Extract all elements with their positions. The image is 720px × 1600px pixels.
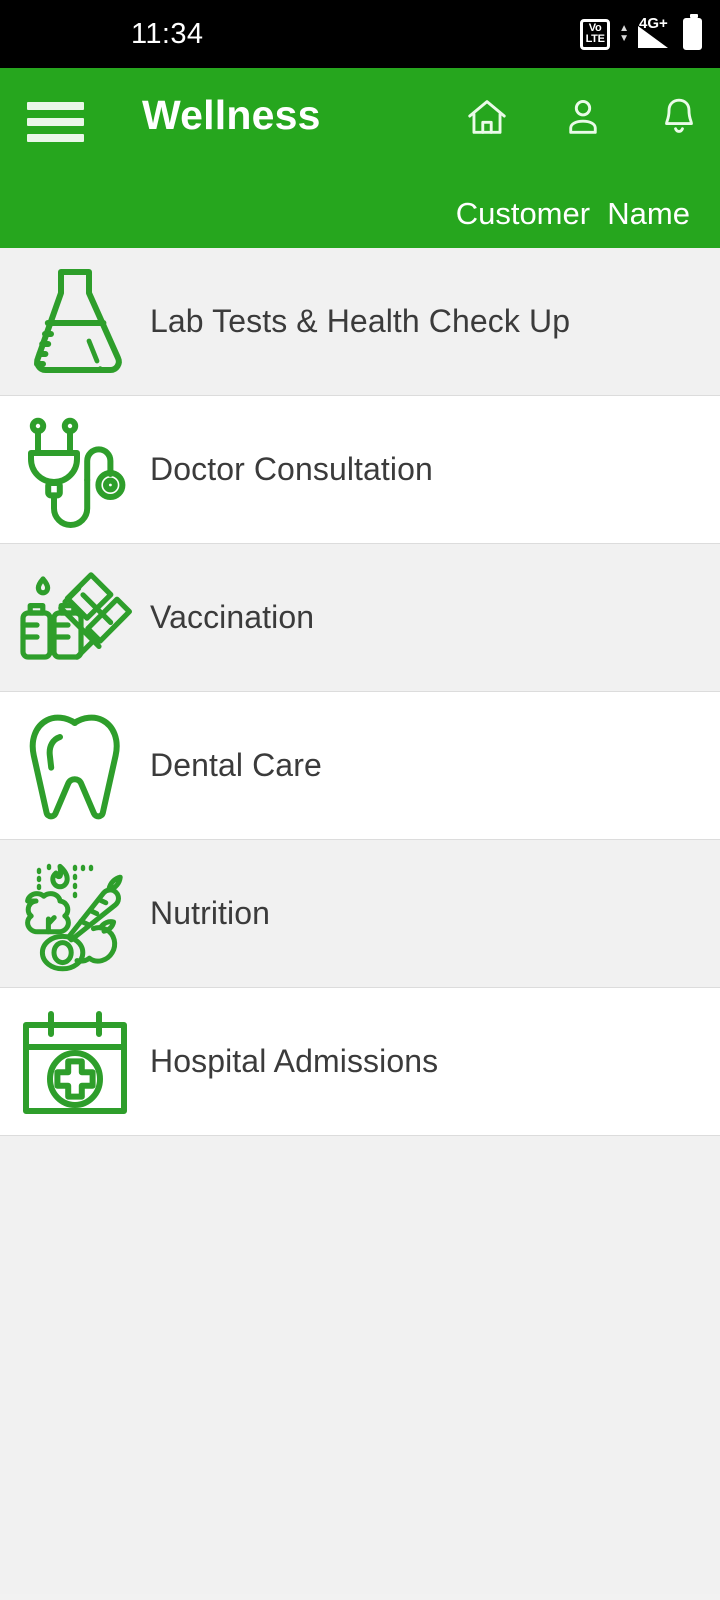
list-item[interactable]: Hospital Admissions	[0, 988, 720, 1136]
service-list: Lab Tests & Health Check Up Doctor Consu…	[0, 248, 720, 1594]
vegetables-icon	[0, 840, 150, 988]
list-item[interactable]: Doctor Consultation	[0, 396, 720, 544]
list-item-label: Vaccination	[150, 599, 315, 635]
stethoscope-icon	[0, 396, 150, 544]
list-item[interactable]: Dental Care	[0, 692, 720, 840]
battery-icon	[683, 14, 702, 50]
profile-icon[interactable]	[560, 94, 606, 140]
home-icon[interactable]	[464, 94, 510, 140]
app-bar-actions	[464, 94, 702, 140]
data-transfer-icon: ▲ ▼	[619, 23, 629, 44]
volte-icon: Vo LTE	[580, 18, 611, 50]
list-item[interactable]: Lab Tests & Health Check Up	[0, 248, 720, 396]
data-down-arrow-icon: ▼	[619, 33, 629, 44]
data-up-arrow-icon: ▲	[619, 23, 629, 34]
signal-bars-icon	[638, 26, 668, 48]
hamburger-bar-2	[27, 118, 84, 126]
hamburger-menu-icon[interactable]	[27, 102, 84, 142]
tooth-icon	[0, 692, 150, 840]
flask-icon	[0, 248, 150, 396]
volte-bottom-label: LTE	[585, 33, 605, 45]
signal-icon: 4G+	[638, 15, 674, 51]
list-item[interactable]: Vaccination	[0, 544, 720, 692]
app-bar: Wellness Customer Name	[0, 68, 720, 248]
hamburger-bar-3	[27, 134, 84, 142]
notifications-bell-icon[interactable]	[656, 94, 702, 140]
syringe-vials-icon	[0, 544, 150, 692]
status-bar-icons: Vo LTE ▲ ▼ 4G+	[580, 14, 702, 51]
calendar-medical-cross-icon	[0, 988, 150, 1136]
hamburger-bar-1	[27, 102, 84, 110]
list-item[interactable]: Nutrition	[0, 840, 720, 988]
list-empty-area	[0, 1136, 720, 1594]
status-bar: 11:34 Vo LTE ▲ ▼ 4G+	[0, 0, 720, 68]
status-bar-clock: 11:34	[131, 17, 204, 50]
list-item-label: Hospital Admissions	[150, 1043, 439, 1079]
list-item-label: Dental Care	[150, 747, 322, 783]
customer-name-label: Customer Name	[455, 196, 690, 231]
list-item-label: Doctor Consultation	[150, 451, 433, 487]
list-item-label: Lab Tests & Health Check Up	[150, 303, 571, 339]
list-item-label: Nutrition	[150, 895, 271, 931]
page-title: Wellness	[142, 92, 321, 138]
